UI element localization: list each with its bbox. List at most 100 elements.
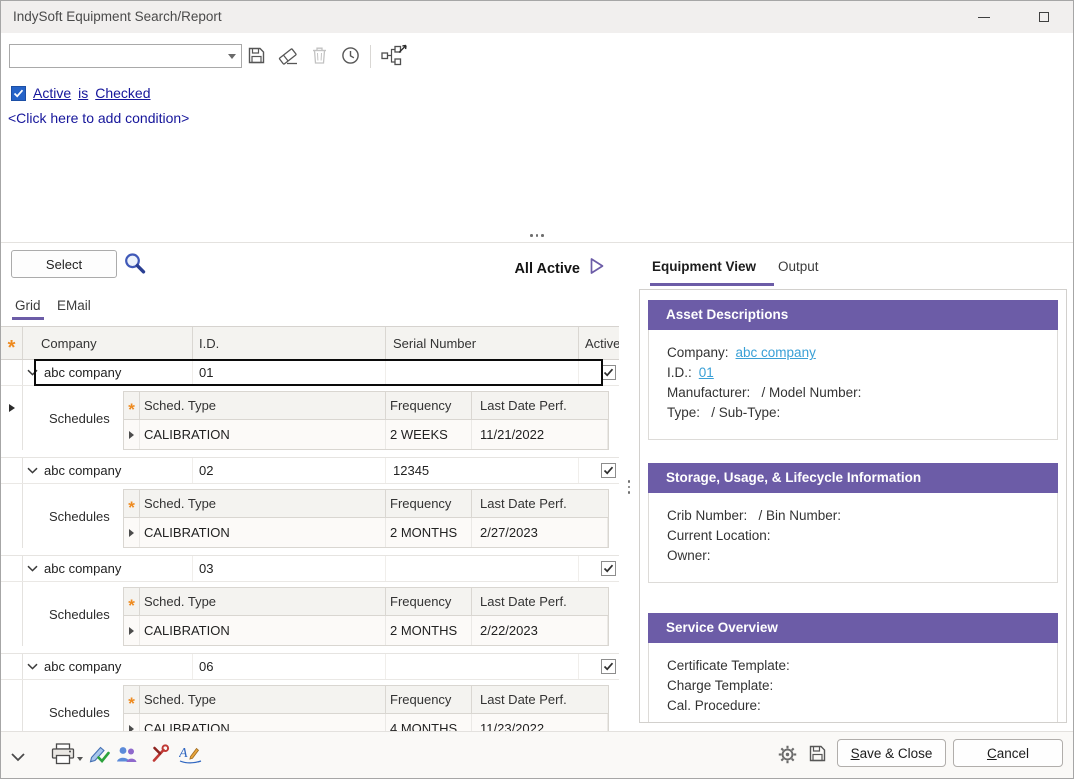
column-header-sched-type[interactable]: Sched. Type [140,490,386,517]
expand-row-icon[interactable] [129,627,134,635]
condition-value-link[interactable]: Checked [95,85,150,101]
section-title: Storage, Usage, & Lifecycle Information [648,463,1058,493]
scope-control: All Active [514,257,605,280]
footer-bar: A Save & Close Cancel [1,731,1073,779]
column-header-frequency[interactable]: Frequency [386,490,472,517]
delete-filter-button[interactable] [311,46,328,70]
active-checkbox[interactable] [601,365,616,380]
print-dropdown-arrow[interactable] [77,757,83,764]
splitter-grip-icon [530,234,544,237]
save-close-button[interactable]: Save & Close [837,739,946,767]
column-header-last-date[interactable]: Last Date Perf. [472,392,608,419]
table-row[interactable]: abc company 01 [1,360,619,386]
collapse-row-icon[interactable] [27,663,38,670]
print-button[interactable] [51,743,75,770]
table-row[interactable]: abc company 02 12345 [1,458,619,484]
column-header-last-date[interactable]: Last Date Perf. [472,686,608,713]
manufacturer-model-line: Manufacturer: / Model Number: [667,383,1047,403]
validate-button[interactable] [89,744,110,768]
column-header-frequency[interactable]: Frequency [386,392,472,419]
cell-frequency: 2 MONTHS [386,616,472,645]
save-filter-button[interactable] [247,46,266,70]
scope-label: All Active [514,261,580,277]
settings-button[interactable] [778,745,797,769]
maximize-button[interactable] [1023,1,1065,33]
table-row[interactable]: abc company 06 [1,654,619,680]
cell-company: abc company [44,365,121,380]
active-checkbox[interactable] [601,659,616,674]
select-button[interactable]: Select [11,250,117,278]
table-row[interactable]: abc company 03 [1,556,619,582]
id-link[interactable]: 01 [699,365,714,380]
subgrid-header: * Sched. Type Frequency Last Date Perf. [124,588,608,616]
edit-check-icon [89,744,110,763]
cell-serial [386,360,579,385]
subgrid-header: * Sched. Type Frequency Last Date Perf. [124,490,608,518]
search-button[interactable] [122,251,147,281]
collapse-row-icon[interactable] [27,467,38,474]
column-header-sched-type[interactable]: Sched. Type [140,588,386,615]
active-checkbox[interactable] [601,561,616,576]
schedule-row[interactable]: CALIBRATION 2 MONTHS 2/27/2023 [124,518,608,547]
cell-last-date: 11/23/2022 [472,714,608,731]
column-header-last-date[interactable]: Last Date Perf. [472,490,608,517]
cell-sched-type: CALIBRATION [140,518,386,547]
printer-icon [51,743,75,765]
batch-update-button[interactable] [381,44,407,71]
tools-button[interactable] [151,744,171,768]
add-condition-link[interactable]: <Click here to add condition> [8,110,189,126]
expand-row-icon[interactable] [129,529,134,537]
column-header-active[interactable]: Active [579,327,619,359]
column-header-sched-type[interactable]: Sched. Type [140,686,386,713]
column-header-id[interactable]: I.D. [193,327,386,359]
condition-operator-link[interactable]: is [78,85,88,101]
cancel-accel: C [987,746,997,761]
tab-output[interactable]: Output [778,259,819,274]
history-button[interactable] [341,46,360,70]
cell-last-date: 2/27/2023 [472,518,608,547]
schedules-label: Schedules [23,386,123,450]
cell-id: 01 [193,360,386,385]
cell-company: abc company [44,659,121,674]
column-header-serial[interactable]: Serial Number [386,327,579,359]
charge-template-line: Charge Template: [667,676,1047,696]
subgrid-header: * Sched. Type Frequency Last Date Perf. [124,392,608,420]
schedule-row[interactable]: CALIBRATION 2 WEEKS 11/21/2022 [124,420,608,449]
more-options-button[interactable] [10,749,26,767]
minimize-button[interactable] [963,1,1005,33]
maximize-icon [1039,12,1049,22]
schedule-row[interactable]: CALIBRATION 4 MONTHS 11/23/2022 [124,714,608,731]
schedule-row[interactable]: CALIBRATION 2 MONTHS 2/22/2023 [124,616,608,645]
tab-equipment-view[interactable]: Equipment View [652,259,756,274]
cancel-button[interactable]: Cancel [953,739,1063,767]
horizontal-splitter[interactable] [1,229,1073,243]
clear-filter-button[interactable] [278,46,299,70]
vertical-splitter[interactable] [619,243,639,731]
signature-button[interactable]: A [179,744,203,769]
column-header-frequency[interactable]: Frequency [386,686,472,713]
column-header-sched-type[interactable]: Sched. Type [140,392,386,419]
chevron-down-icon[interactable] [228,54,236,63]
column-header-company[interactable]: Company [23,327,193,359]
collapse-row-icon[interactable] [27,369,38,376]
company-link[interactable]: abc company [736,345,816,360]
cell-id: 03 [193,556,386,581]
run-query-button[interactable] [589,257,605,280]
expand-row-icon[interactable] [129,431,134,439]
check-icon [603,368,614,377]
condition-checkbox[interactable] [11,86,26,101]
active-checkbox[interactable] [601,463,616,478]
cell-frequency: 2 WEEKS [386,420,472,449]
save-layout-button[interactable] [808,744,827,768]
saved-filter-combo[interactable] [9,44,242,68]
asset-descriptions-section: Asset Descriptions Company:abc company I… [648,300,1058,440]
cell-id: 06 [193,654,386,679]
users-button[interactable] [115,745,138,769]
column-header-frequency[interactable]: Frequency [386,588,472,615]
tab-email[interactable]: EMail [57,298,91,313]
tab-grid[interactable]: Grid [15,298,41,313]
collapse-row-icon[interactable] [27,565,38,572]
condition-field-link[interactable]: Active [33,85,71,101]
column-header-last-date[interactable]: Last Date Perf. [472,588,608,615]
hierarchy-arrow-icon [381,44,407,66]
